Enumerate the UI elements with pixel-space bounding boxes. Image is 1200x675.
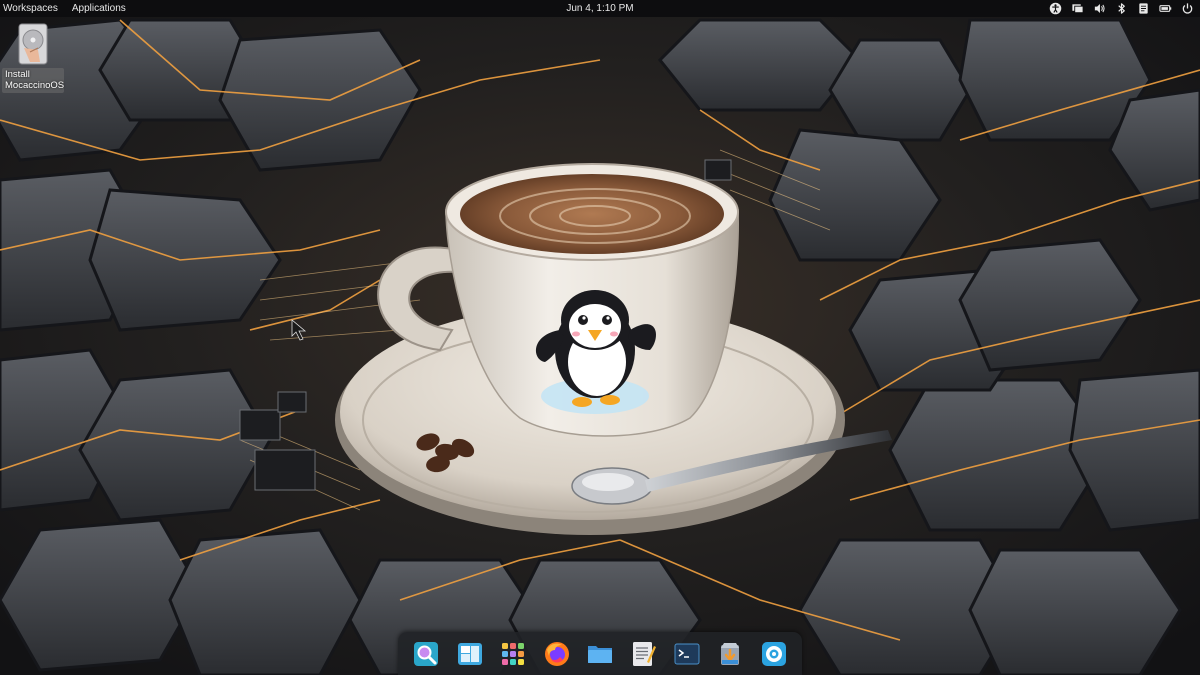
dock-item-firefox[interactable] (542, 639, 572, 669)
bluetooth-icon[interactable] (1115, 2, 1128, 15)
dock-item-app-grid[interactable] (498, 639, 528, 669)
clock[interactable]: Jun 4, 1:10 PM (566, 3, 633, 14)
search-app-icon (414, 641, 439, 666)
workspaces-menu[interactable]: Workspaces (0, 0, 64, 17)
dock-item-settings[interactable] (759, 639, 789, 669)
volume-icon[interactable] (1093, 2, 1106, 15)
power-icon[interactable] (1181, 2, 1194, 15)
window-manager-icon (457, 642, 482, 665)
dock-item-search[interactable] (411, 639, 441, 669)
desktop-icon-label-line2: MocaccinoOS (5, 80, 65, 91)
terminal-icon (674, 643, 700, 664)
app-grid-icon (502, 642, 525, 665)
desktop-screen: Workspaces Applications Jun 4, 1:10 PM I… (0, 0, 1200, 675)
dock-item-files[interactable] (585, 639, 615, 669)
firefox-icon (544, 641, 569, 666)
text-editor-icon (633, 641, 657, 666)
system-tray (1049, 0, 1194, 17)
notes-icon[interactable] (1137, 2, 1150, 15)
accessibility-icon[interactable] (1049, 2, 1062, 15)
desktop-icon-label: Install MocaccinoOS (2, 68, 64, 93)
drive-icon (18, 23, 48, 65)
dock-item-terminal[interactable] (672, 639, 702, 669)
desktop-wallpaper[interactable] (0, 0, 1200, 675)
dock (398, 632, 802, 675)
display-icon[interactable] (1071, 2, 1084, 15)
clock-area: Jun 4, 1:10 PM (0, 0, 1200, 17)
battery-icon[interactable] (1159, 2, 1172, 15)
dock-item-software-installer[interactable] (715, 639, 745, 669)
dock-item-text-editor[interactable] (628, 639, 658, 669)
files-icon (587, 645, 612, 663)
desktop-icon-label-line1: Install (5, 69, 30, 80)
top-panel: Workspaces Applications Jun 4, 1:10 PM (0, 0, 1200, 17)
applications-menu[interactable]: Applications (64, 0, 132, 17)
dock-item-window-manager[interactable] (455, 639, 485, 669)
desktop-icon-install-mocaccinoos[interactable]: Install MocaccinoOS (2, 22, 64, 93)
software-installer-icon (721, 642, 740, 665)
settings-app-icon (761, 641, 786, 666)
